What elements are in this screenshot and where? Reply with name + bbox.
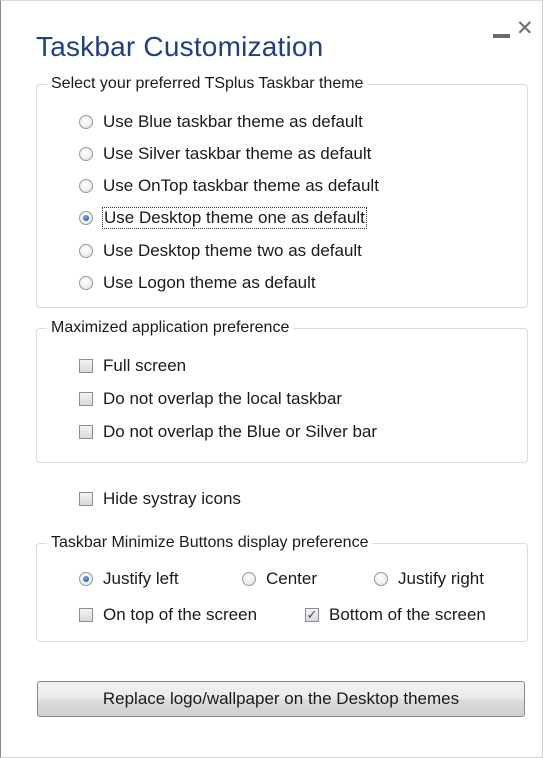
- option-label: Use Logon theme as default: [103, 273, 316, 292]
- align-justify-left[interactable]: Justify left: [79, 568, 179, 590]
- radio-button[interactable]: [79, 179, 93, 193]
- max-option-full-screen[interactable]: Full screen: [79, 355, 186, 377]
- option-label: Bottom of the screen: [329, 605, 486, 624]
- option-label: Use Desktop theme one as default: [102, 207, 367, 229]
- option-label: Justify left: [103, 569, 179, 588]
- option-label: Use Desktop theme two as default: [103, 241, 362, 260]
- radio-button[interactable]: [79, 147, 93, 161]
- option-label: Hide systray icons: [103, 489, 241, 508]
- option-label: Do not overlap the Blue or Silver bar: [103, 422, 378, 441]
- radio-button[interactable]: [374, 572, 388, 586]
- option-label: On top of the screen: [103, 605, 258, 624]
- replace-logo-wallpaper-button[interactable]: Replace logo/wallpaper on the Desktop th…: [37, 681, 525, 717]
- close-icon[interactable]: ✕: [516, 18, 534, 40]
- checkbox[interactable]: [79, 392, 93, 406]
- checkbox-checked[interactable]: ✓: [305, 608, 319, 622]
- option-label: Use OnTop taskbar theme as default: [103, 176, 379, 195]
- max-option-no-overlap-local[interactable]: Do not overlap the local taskbar: [79, 388, 342, 410]
- option-label: Use Blue taskbar theme as default: [103, 112, 363, 131]
- theme-option-logon[interactable]: Use Logon theme as default: [79, 272, 316, 294]
- radio-button-selected[interactable]: [79, 572, 93, 586]
- position-bottom[interactable]: ✓ Bottom of the screen: [305, 604, 486, 626]
- option-label: Do not overlap the local taskbar: [103, 389, 343, 408]
- option-label: Full screen: [103, 356, 187, 375]
- minimize-group-legend: Taskbar Minimize Buttons display prefere…: [47, 534, 373, 552]
- minimize-buttons-group: Taskbar Minimize Buttons display prefere…: [36, 534, 528, 642]
- hide-systray-option[interactable]: Hide systray icons: [79, 488, 241, 510]
- window-title: Taskbar Customization: [36, 31, 324, 62]
- radio-button[interactable]: [242, 572, 256, 586]
- position-top[interactable]: On top of the screen: [79, 604, 257, 626]
- radio-button[interactable]: [79, 244, 93, 258]
- align-justify-right[interactable]: Justify right: [374, 568, 484, 590]
- theme-option-ontop[interactable]: Use OnTop taskbar theme as default: [79, 175, 379, 197]
- checkbox[interactable]: [79, 425, 93, 439]
- option-label: Use Silver taskbar theme as default: [103, 144, 372, 163]
- theme-option-desktop-two[interactable]: Use Desktop theme two as default: [79, 240, 362, 262]
- option-label: Center: [266, 569, 318, 588]
- theme-option-blue[interactable]: Use Blue taskbar theme as default: [79, 111, 363, 133]
- theme-option-desktop-one[interactable]: Use Desktop theme one as default: [79, 207, 367, 229]
- radio-button-selected[interactable]: [79, 211, 93, 225]
- checkbox[interactable]: [79, 492, 93, 506]
- theme-option-silver[interactable]: Use Silver taskbar theme as default: [79, 143, 371, 165]
- radio-button[interactable]: [79, 276, 93, 290]
- max-option-no-overlap-bar[interactable]: Do not overlap the Blue or Silver bar: [79, 421, 377, 443]
- maximized-group-legend: Maximized application preference: [47, 319, 294, 337]
- radio-button[interactable]: [79, 115, 93, 129]
- minimize-icon[interactable]: [493, 26, 511, 40]
- checkbox[interactable]: [79, 608, 93, 622]
- checkbox[interactable]: [79, 359, 93, 373]
- theme-group-legend: Select your preferred TSplus Taskbar the…: [47, 75, 368, 93]
- align-center[interactable]: Center: [242, 568, 317, 590]
- option-label: Justify right: [398, 569, 484, 588]
